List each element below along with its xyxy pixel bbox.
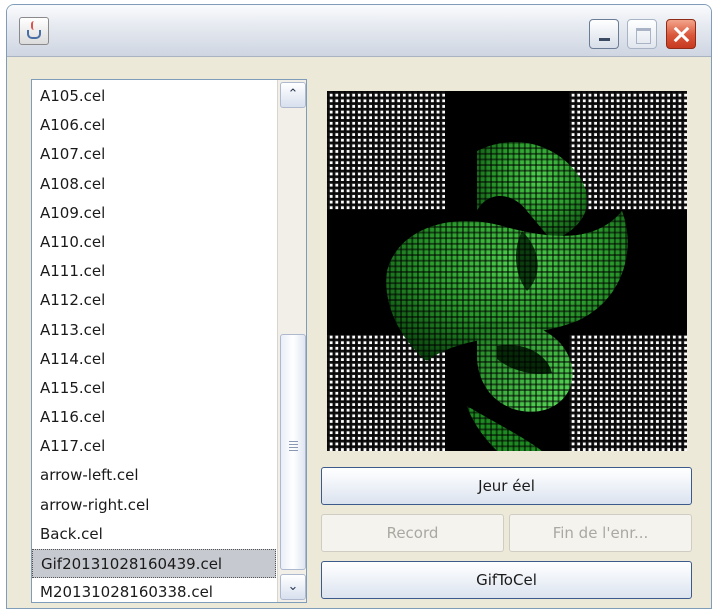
- gif-to-cel-button[interactable]: GifToCel: [321, 561, 692, 599]
- list-item[interactable]: A109.cel: [32, 199, 276, 228]
- scroll-down-icon[interactable]: ⌄: [280, 574, 306, 600]
- java-cup-icon[interactable]: [19, 17, 49, 45]
- grip-icon: [289, 441, 298, 442]
- minimize-icon[interactable]: [589, 19, 619, 49]
- list-item[interactable]: Back.cel: [32, 520, 276, 549]
- scroll-thumb[interactable]: [280, 334, 306, 570]
- app-window: A105.cel A106.cel A107.cel A108.cel A109.cel…: [6, 4, 712, 609]
- play-button[interactable]: Jeur éel: [321, 467, 692, 505]
- cel-file-list[interactable]: A105.cel A106.cel A107.cel A108.cel A109.cel…: [31, 79, 307, 603]
- led-grid-overlay: [327, 91, 687, 451]
- list-item[interactable]: A108.cel: [32, 170, 276, 199]
- list-item[interactable]: A107.cel: [32, 140, 276, 169]
- list-item[interactable]: M20131028160338.cel: [32, 578, 276, 602]
- list-item[interactable]: A117.cel: [32, 432, 276, 461]
- list-item[interactable]: A113.cel: [32, 316, 276, 345]
- list-item[interactable]: A111.cel: [32, 257, 276, 286]
- scroll-up-icon[interactable]: ⌃: [280, 82, 306, 108]
- list-item[interactable]: A106.cel: [32, 111, 276, 140]
- list-item[interactable]: A112.cel: [32, 286, 276, 315]
- close-icon[interactable]: [666, 19, 696, 49]
- list-item[interactable]: A105.cel: [32, 82, 276, 111]
- list-scrollbar[interactable]: ⌃ ⌄: [277, 80, 306, 602]
- list-item[interactable]: A116.cel: [32, 403, 276, 432]
- stop-recording-button[interactable]: Fin de l'enr...: [509, 514, 692, 552]
- list-item[interactable]: arrow-left.cel: [32, 461, 276, 490]
- list-item[interactable]: A110.cel: [32, 228, 276, 257]
- record-button[interactable]: Record: [321, 514, 504, 552]
- list-item[interactable]: A114.cel: [32, 345, 276, 374]
- file-list-items: A105.cel A106.cel A107.cel A108.cel A109.cel…: [32, 82, 276, 602]
- title-bar[interactable]: [7, 5, 711, 57]
- list-item[interactable]: arrow-right.cel: [32, 491, 276, 520]
- list-item[interactable]: A115.cel: [32, 374, 276, 403]
- list-item-selected[interactable]: Gif20131028160439.cel: [32, 549, 276, 579]
- led-cube-preview: [327, 91, 687, 451]
- maximize-icon[interactable]: [627, 19, 657, 49]
